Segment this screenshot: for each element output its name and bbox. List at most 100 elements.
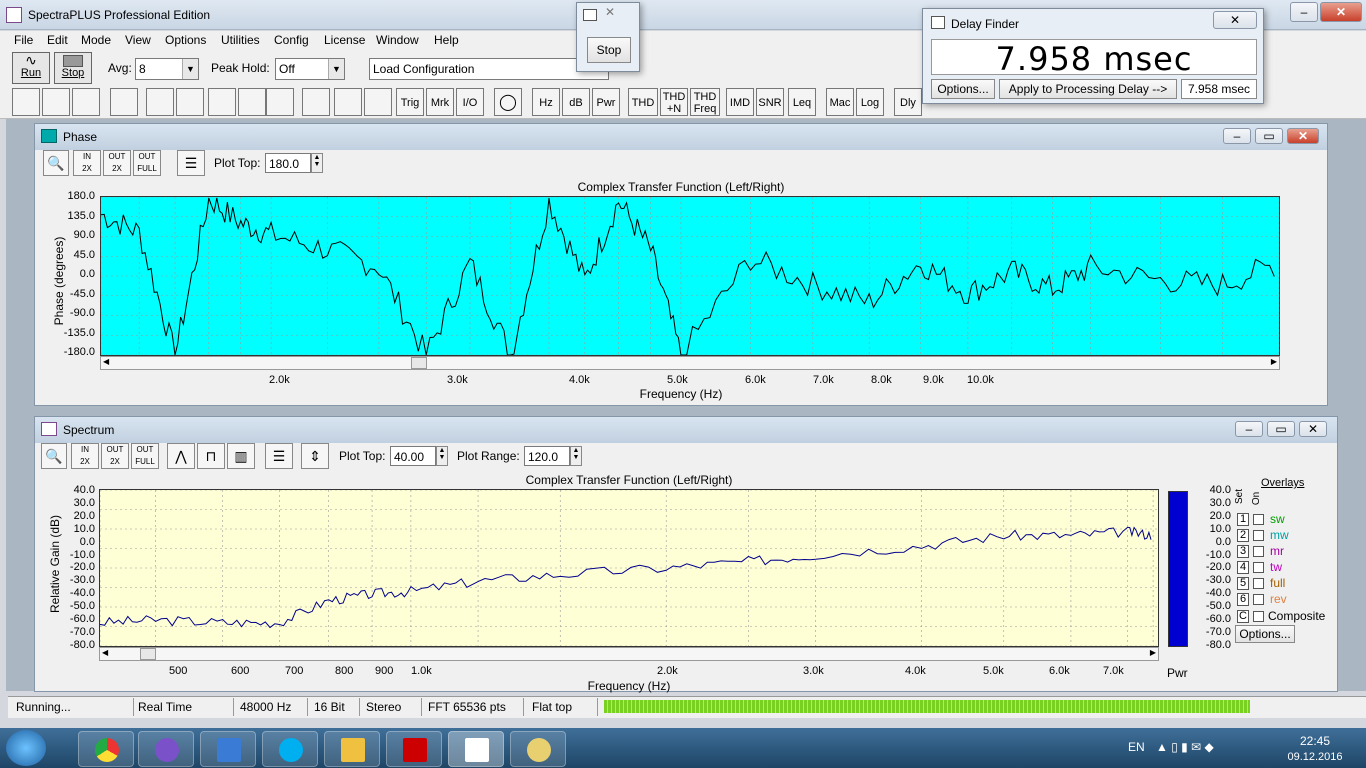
menu-license[interactable]: License	[324, 33, 365, 47]
toolbar-button-imd[interactable]: IMD	[726, 88, 754, 116]
plot-top-spinner[interactable]: ▲ ▼	[436, 446, 448, 466]
overlays-options-button[interactable]: Options...	[1235, 625, 1295, 643]
task-explorer[interactable]	[324, 731, 380, 767]
task-pdf[interactable]	[386, 731, 442, 767]
overlay-composite-set[interactable]: C	[1237, 610, 1249, 623]
toolbar-button-trig[interactable]: Trig	[396, 88, 424, 116]
restore-icon[interactable]: ▭	[1255, 128, 1283, 144]
overlay-composite-checkbox[interactable]	[1253, 611, 1264, 622]
overlay-checkbox-rev[interactable]	[1253, 594, 1264, 605]
plot-range-input[interactable]: 120.0	[524, 446, 570, 466]
menu-file[interactable]: File	[14, 33, 33, 47]
zoom-full-icon[interactable]: OUT FULL	[133, 150, 161, 176]
zoom-icon[interactable]: 🔍	[43, 150, 69, 176]
toolbar-button-pwr[interactable]: Pwr	[592, 88, 620, 116]
menu-window[interactable]: Window	[376, 33, 419, 47]
toolbar-button-mac[interactable]: Mac	[826, 88, 854, 116]
toolbar-button-thd-n[interactable]: THD +N	[660, 88, 688, 116]
plot-top-input[interactable]: 180.0	[265, 153, 311, 173]
line-mode-icon[interactable]: ⋀	[167, 443, 195, 469]
menu-edit[interactable]: Edit	[47, 33, 68, 47]
language-indicator[interactable]: EN	[1128, 740, 1145, 754]
toolbar-button-hz[interactable]: Hz	[532, 88, 560, 116]
close-button[interactable]: ✕	[1320, 2, 1362, 22]
overlay-checkbox-full[interactable]	[1253, 578, 1264, 589]
spectrum-scrollbar[interactable]: ◀ ▶	[99, 647, 1159, 661]
stop-popup-button[interactable]: Stop	[587, 37, 631, 63]
toolbar-button-log[interactable]: Log	[856, 88, 884, 116]
scroll-left-icon[interactable]: ◀	[103, 357, 109, 366]
task-skype[interactable]	[262, 731, 318, 767]
avg-select[interactable]: 8 ▼	[135, 58, 199, 80]
toolbar-icon-4[interactable]	[110, 88, 138, 116]
overlay-checkbox-mr[interactable]	[1253, 546, 1264, 557]
properties-icon[interactable]: ☰	[265, 443, 293, 469]
clock-date[interactable]: 09.12.2016	[1280, 751, 1350, 763]
zoom-in-2x-icon[interactable]: IN 2X	[73, 150, 101, 176]
minimize-icon[interactable]: –	[1223, 128, 1251, 144]
task-paint[interactable]	[510, 731, 566, 767]
phase-plot[interactable]	[100, 196, 1280, 356]
zoom-in-2x-icon[interactable]: IN 2X	[71, 443, 99, 469]
task-viber[interactable]	[138, 731, 194, 767]
scale-icon[interactable]: ⇕	[301, 443, 329, 469]
toolbar-icon-1[interactable]	[12, 88, 40, 116]
plot-top-input[interactable]: 40.00	[390, 446, 436, 466]
toolbar-button-dly[interactable]: Dly	[894, 88, 922, 116]
toolbar-button-thd[interactable]: THD	[628, 88, 658, 116]
menu-view[interactable]: View	[125, 33, 151, 47]
overlay-set-sw[interactable]: 1	[1237, 513, 1249, 526]
scroll-right-icon[interactable]: ▶	[1271, 357, 1277, 366]
task-app[interactable]	[200, 731, 256, 767]
properties-icon[interactable]: ☰	[177, 150, 205, 176]
toolbar-button-thd-freq[interactable]: THD Freq	[690, 88, 720, 116]
toolbar-icon-9[interactable]	[266, 88, 294, 116]
toolbar-icon-12[interactable]	[364, 88, 392, 116]
toolbar-icon-7[interactable]	[208, 88, 236, 116]
run-button[interactable]: ∿ Run	[12, 52, 50, 84]
overlay-checkbox-sw[interactable]	[1253, 514, 1264, 525]
menu-help[interactable]: Help	[434, 33, 459, 47]
config-select[interactable]: Load Configuration	[369, 58, 609, 80]
menu-options[interactable]: Options	[165, 33, 206, 47]
apply-delay-button[interactable]: Apply to Processing Delay -->	[999, 79, 1177, 99]
bar-mode-icon[interactable]: ▥	[227, 443, 255, 469]
task-spectraplus[interactable]	[448, 731, 504, 767]
toolbar-button-mrk[interactable]: Mrk	[426, 88, 454, 116]
restore-icon[interactable]: ▭	[1267, 421, 1295, 437]
overlay-set-full[interactable]: 5	[1237, 577, 1249, 590]
scroll-left-icon[interactable]: ◀	[102, 648, 108, 657]
menu-utilities[interactable]: Utilities	[221, 33, 260, 47]
toolbar-icon-10[interactable]	[302, 88, 330, 116]
menu-config[interactable]: Config	[274, 33, 309, 47]
toolbar-icon-2[interactable]	[42, 88, 70, 116]
minimize-button[interactable]: –	[1290, 2, 1318, 22]
toolbar-button-snr[interactable]: SNR	[756, 88, 784, 116]
delay-options-button[interactable]: Options...	[931, 79, 995, 99]
task-chrome[interactable]	[78, 731, 134, 767]
start-button[interactable]	[6, 730, 46, 766]
zoom-icon[interactable]: 🔍	[41, 443, 67, 469]
zoom-full-icon[interactable]: OUT FULL	[131, 443, 159, 469]
scroll-right-icon[interactable]: ▶	[1150, 648, 1156, 657]
close-icon[interactable]: ✕	[1287, 128, 1319, 144]
minimize-icon[interactable]: –	[1235, 421, 1263, 437]
plot-top-spinner[interactable]: ▲ ▼	[311, 153, 323, 173]
peak-hold-select[interactable]: Off ▼	[275, 58, 345, 80]
overlay-set-rev[interactable]: 6	[1237, 593, 1249, 606]
step-mode-icon[interactable]: ⊓	[197, 443, 225, 469]
scroll-thumb[interactable]	[411, 357, 427, 369]
plot-range-spinner[interactable]: ▲ ▼	[570, 446, 582, 466]
toolbar-button-leq[interactable]: Leq	[788, 88, 816, 116]
phase-scrollbar[interactable]: ◀ ▶	[100, 356, 1280, 370]
toolbar-icon-11[interactable]	[334, 88, 362, 116]
close-icon[interactable]: ✕	[1213, 11, 1257, 29]
clock-time[interactable]: 22:45	[1290, 734, 1340, 748]
toolbar-button-i-o[interactable]: I/O	[456, 88, 484, 116]
zoom-out-2x-icon[interactable]: OUT 2X	[101, 443, 129, 469]
overlay-set-mw[interactable]: 2	[1237, 529, 1249, 542]
toolbar-icon-6[interactable]	[176, 88, 204, 116]
overlay-set-tw[interactable]: 4	[1237, 561, 1249, 574]
toolbar-icon-8[interactable]	[238, 88, 266, 116]
toolbar-button-db[interactable]: dB	[562, 88, 590, 116]
